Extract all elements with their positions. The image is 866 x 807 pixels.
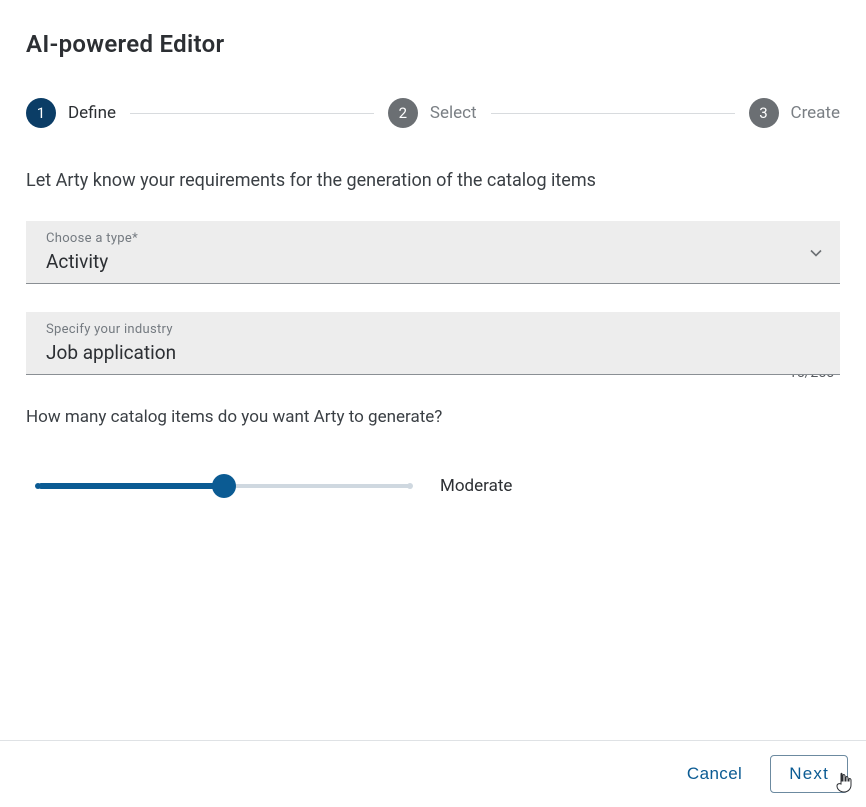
- step-label-define: Define: [68, 103, 116, 123]
- industry-input-value: Job application: [46, 341, 824, 364]
- slider-endcap-right: [407, 483, 413, 489]
- ai-editor-dialog: AI-powered Editor 1 Define 2 Select 3 Cr…: [0, 0, 866, 807]
- cancel-button[interactable]: Cancel: [681, 763, 748, 785]
- instruction-text: Let Arty know your requirements for the …: [26, 170, 840, 191]
- slider-value-label: Moderate: [440, 476, 512, 496]
- step-label-create: Create: [791, 103, 841, 123]
- quantity-slider[interactable]: [38, 471, 410, 501]
- step-number-1: 1: [26, 98, 56, 128]
- dialog-title: AI-powered Editor: [26, 30, 840, 58]
- slider-fill: [38, 483, 224, 489]
- step-create[interactable]: 3 Create: [749, 98, 841, 128]
- type-select-label: Choose a type*: [46, 231, 824, 246]
- chevron-down-icon: [810, 243, 822, 262]
- type-select-value: Activity: [46, 250, 824, 273]
- step-number-2: 2: [388, 98, 418, 128]
- step-number-3: 3: [749, 98, 779, 128]
- quantity-slider-row: Moderate: [26, 471, 840, 501]
- stepper: 1 Define 2 Select 3 Create: [26, 98, 840, 128]
- step-connector: [491, 113, 735, 114]
- step-select[interactable]: 2 Select: [388, 98, 477, 128]
- step-define[interactable]: 1 Define: [26, 98, 116, 128]
- slider-thumb[interactable]: [212, 474, 236, 498]
- step-label-select: Select: [430, 103, 477, 123]
- dialog-footer: Cancel Next: [0, 740, 866, 807]
- step-connector: [130, 113, 374, 114]
- dialog-content: AI-powered Editor 1 Define 2 Select 3 Cr…: [0, 0, 866, 740]
- type-select[interactable]: Choose a type* Activity: [26, 221, 840, 284]
- industry-input-label: Specify your industry: [46, 322, 824, 337]
- industry-input[interactable]: Specify your industry Job application: [26, 312, 840, 375]
- quantity-question: How many catalog items do you want Arty …: [26, 407, 840, 427]
- next-button[interactable]: Next: [770, 755, 848, 793]
